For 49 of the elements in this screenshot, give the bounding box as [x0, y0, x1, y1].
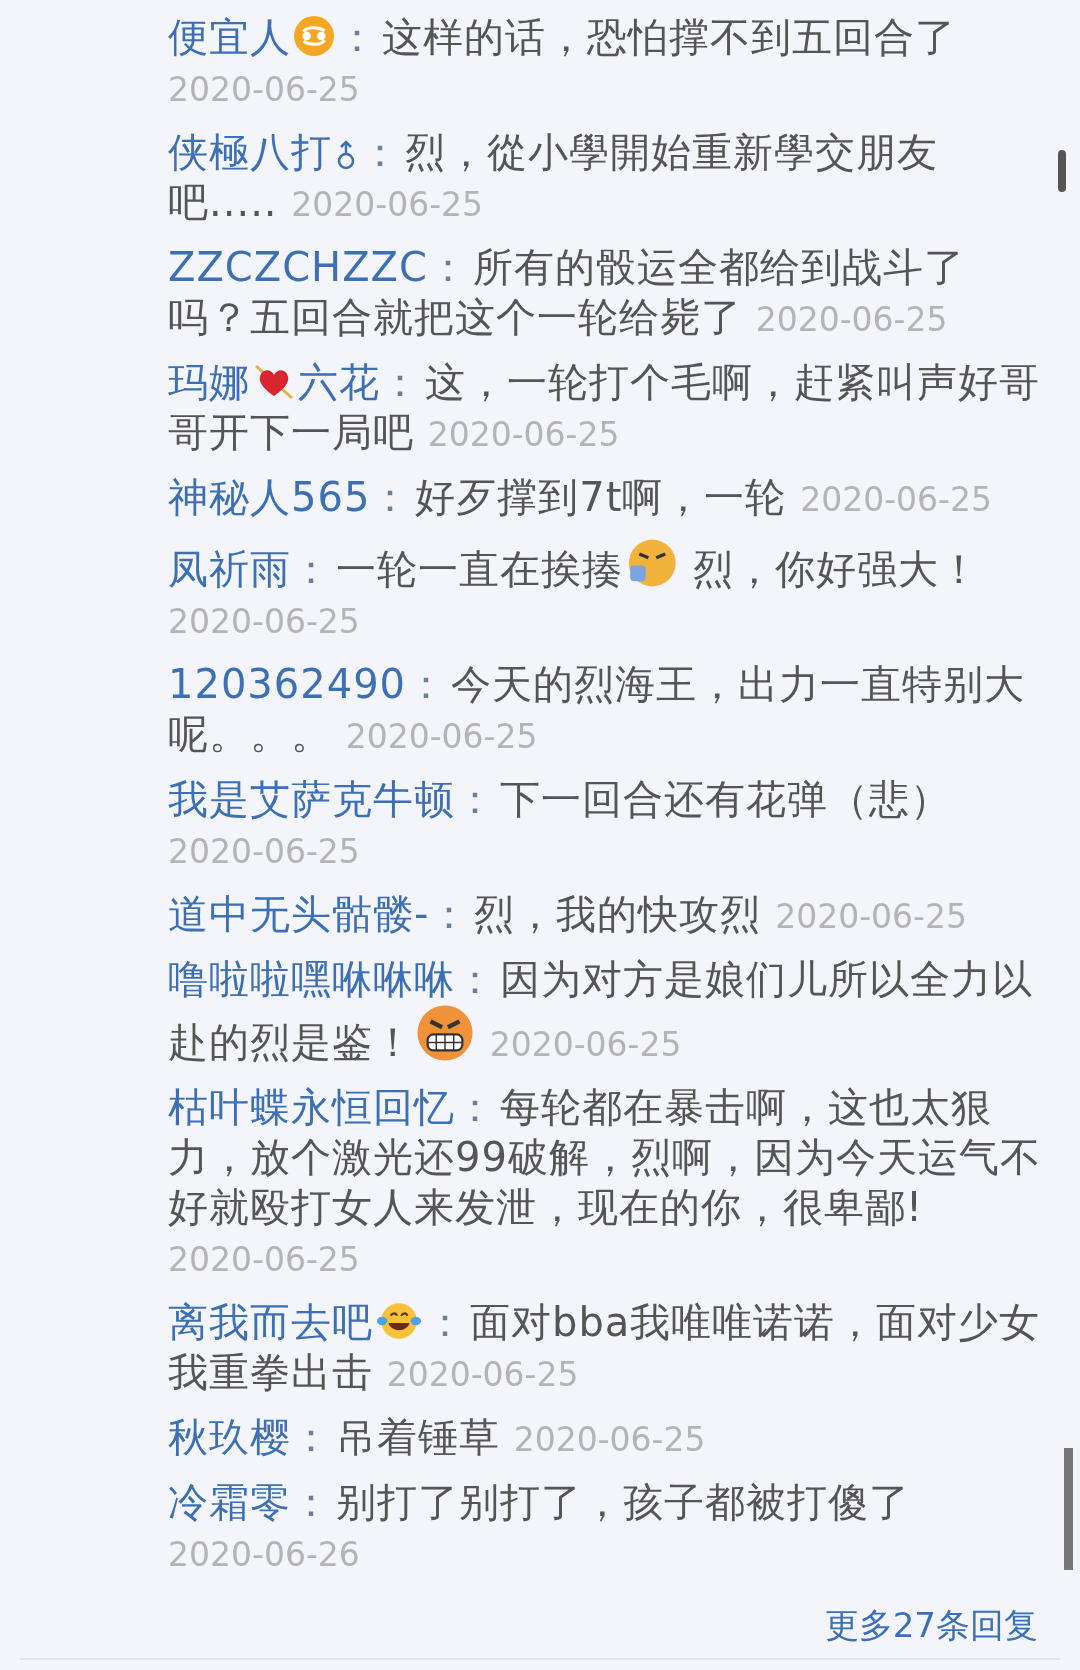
username-link[interactable]: 噜啦啦嘿咻咻咻: [168, 956, 455, 1002]
username-link[interactable]: 便宜人: [168, 14, 291, 60]
angry-grin-icon: [416, 1004, 474, 1062]
comment-date: 2020-06-25: [291, 185, 484, 224]
reply-comment: 道中无头骷髅-：烈，我的快攻烈 2020-06-25: [168, 890, 968, 939]
reply-comment: 枯叶蝶永恒回忆：每轮都在暴击啊，这也太狠力，放个激光还99破解，烈啊，因为今天运气不好就殴打女人来发泄，现在的你，很卑鄙! 2020-06-25: [168, 1083, 1042, 1281]
username-link[interactable]: 六花: [298, 359, 380, 405]
comment-date: 2020-06-26: [168, 1535, 360, 1574]
reply-comment: 玛娜 六花：这，一轮打个毛啊，赶紧叫声好哥哥开下一局吧 2020-06-25: [168, 358, 1041, 457]
username-link[interactable]: 我是艾萨克牛顿: [168, 776, 455, 822]
username-link[interactable]: 玛娜: [168, 359, 250, 405]
username-link[interactable]: 离我而去吧: [168, 1299, 373, 1345]
username-link[interactable]: 神秘人565: [168, 474, 371, 520]
comment-date: 2020-06-25: [513, 1420, 706, 1459]
comment-date: 2020-06-25: [775, 897, 967, 936]
comment-date: 2020-06-25: [427, 415, 620, 454]
zodiac-icon: [293, 15, 335, 57]
reply-comment: 离我而去吧 ：面对bba我唯唯诺诺，面对少女我重拳出击 2020-06-25: [168, 1298, 1042, 1397]
username-link[interactable]: 凤祈雨: [168, 546, 291, 592]
reply-comment: ZZCZCHZZC：所有的骰运全都给到战斗了吗？五回合就把这个一轮给毙了 2020-06-25: [168, 243, 966, 342]
reply-comment: 便宜人 ：这样的话，恐怕撑不到五回合了 2020-06-25: [168, 13, 957, 111]
reply-comment: 侠極八打 ：烈，從小學開始重新學交朋友吧..... 2020-06-25: [168, 128, 939, 227]
reply-comment: 神秘人565：好歹撑到7t啊，一轮 2020-06-25: [168, 473, 993, 522]
reply-comment: 秋玖樱：吊着锤草 2020-06-25: [168, 1413, 707, 1462]
scrollbar-thumb: [1058, 150, 1066, 192]
reply-comment: 120362490：今天的烈海王，出力一直特别大呢。。。 2020-06-25: [168, 660, 1027, 759]
comment-date: 2020-06-25: [386, 1355, 579, 1394]
comment-date: 2020-06-25: [800, 480, 992, 519]
comment-date: 2020-06-25: [168, 1240, 360, 1279]
username-link[interactable]: 冷霜零: [168, 1479, 291, 1525]
tears-of-joy-icon: [375, 1300, 423, 1342]
username-link[interactable]: ZZCZCHZZC: [168, 244, 428, 290]
reply-comment: 凤祈雨：一轮一直在挨揍 烈，你好强大！ 2020-06-25: [168, 537, 1044, 647]
username-link[interactable]: 枯叶蝶永恒回忆: [168, 1084, 455, 1130]
username-link[interactable]: 侠極八打: [168, 129, 332, 175]
more-replies-link[interactable]: 更多27条回复: [824, 1600, 1038, 1651]
comment-date: 2020-06-25: [755, 300, 948, 339]
reply-comment: 我是艾萨克牛顿：下一回合还有花弹（悲） 2020-06-25: [168, 775, 952, 873]
username-link[interactable]: 120362490: [168, 661, 407, 707]
comment-date: 2020-06-25: [345, 717, 538, 756]
comment-date: 2020-06-25: [489, 1025, 682, 1064]
username-link[interactable]: 道中无头骷髅-: [168, 891, 430, 937]
reply-comment: 噜啦啦嘿咻咻咻：因为对方是娘们儿所以全力以赴的烈是鉴！ 2020-06-25: [168, 955, 1034, 1067]
reply-comment: 冷霜零：别打了别打了，孩子都被打傻了 2020-06-26: [168, 1478, 911, 1576]
heart-arrow-icon: [252, 362, 296, 402]
username-link[interactable]: 秋玖樱: [168, 1414, 291, 1460]
comment-date: 2020-06-25: [168, 832, 360, 871]
comment-date: 2020-06-25: [168, 70, 360, 109]
comment-date: 2020-06-25: [168, 602, 360, 641]
